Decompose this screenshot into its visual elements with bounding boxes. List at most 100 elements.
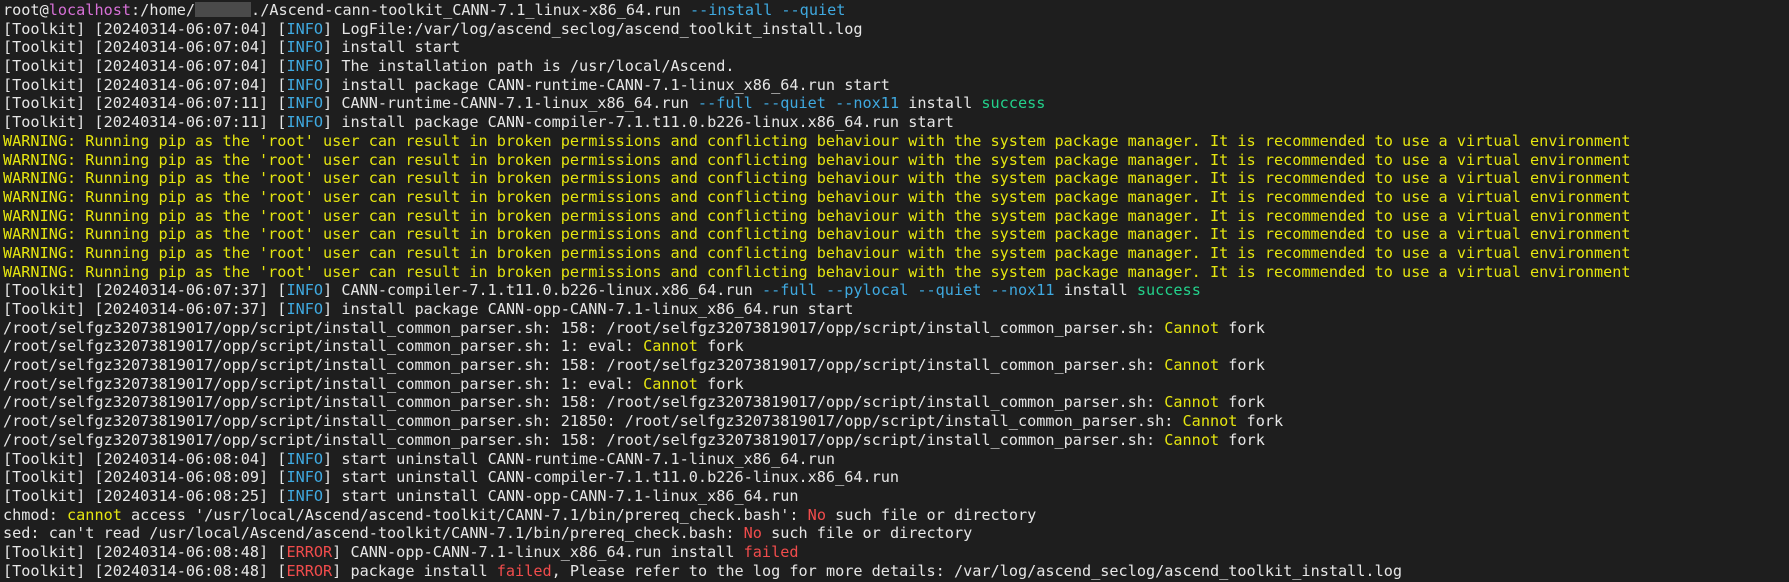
terminal-line: [Toolkit] [20240314-06:08:48] [ERROR] CA… <box>3 543 1789 562</box>
terminal-text-segment: ] CANN-opp-CANN-7.1-linux_x86_64.run ins… <box>332 542 744 561</box>
terminal-text-segment: install <box>1054 281 1137 300</box>
terminal-text-segment: localhost <box>48 1 132 19</box>
terminal-text-segment: , Please refer to the log for more detai… <box>551 561 1402 580</box>
terminal-text-segment: ERROR <box>286 561 333 580</box>
terminal-line: chmod: cannot access '/usr/local/Ascend/… <box>3 506 1789 525</box>
terminal-window[interactable]: root@localhost:/home/ ./Ascend-cann-toolk… <box>0 0 1789 582</box>
terminal-text-segment: WARNING: Running pip as the 'root' user … <box>3 262 1631 281</box>
terminal-text-segment: INFO <box>286 75 324 94</box>
terminal-text-segment: [Toolkit] [20240314-06:08:09] [ <box>3 468 287 487</box>
terminal-text-segment: fork <box>1219 356 1265 375</box>
terminal-line: [Toolkit] [20240314-06:08:04] [INFO] sta… <box>3 450 1789 469</box>
terminal-line: /root/selfgz32073819017/opp/script/insta… <box>3 431 1789 450</box>
terminal-text-segment: fork <box>1219 318 1265 337</box>
terminal-text-segment: WARNING: Running pip as the 'root' user … <box>3 169 1631 188</box>
terminal-line: [Toolkit] [20240314-06:07:04] [INFO] The… <box>3 57 1789 76</box>
terminal-text-segment: Cannot <box>1164 393 1220 412</box>
terminal-line: [Toolkit] [20240314-06:08:25] [INFO] sta… <box>3 487 1789 506</box>
terminal-text-segment: [Toolkit] [20240314-06:07:04] [ <box>3 57 287 76</box>
terminal-text-segment: /root/selfgz32073819017/opp/script/insta… <box>3 393 1165 412</box>
terminal-text-segment: [Toolkit] [20240314-06:07:37] [ <box>3 281 287 300</box>
terminal-line: WARNING: Running pip as the 'root' user … <box>3 244 1789 263</box>
terminal-line: [Toolkit] [20240314-06:08:48] [ERROR] pa… <box>3 562 1789 581</box>
terminal-text-segment: [Toolkit] [20240314-06:07:04] [ <box>3 19 287 38</box>
terminal-text-segment: --full --pylocal --quiet --nox11 <box>761 281 1055 300</box>
terminal-text-segment: ] start uninstall CANN-runtime-CANN-7.1-… <box>323 449 836 468</box>
terminal-text-segment: Cannot <box>1164 430 1220 449</box>
terminal-text-segment: /root/selfgz32073819017/opp/script/insta… <box>3 356 1165 375</box>
terminal-text-segment: success <box>1136 281 1201 300</box>
terminal-line: [Toolkit] [20240314-06:07:37] [INFO] CAN… <box>3 281 1789 300</box>
terminal-text-segment: fork <box>697 374 744 393</box>
terminal-text-segment: [Toolkit] [20240314-06:07:11] [ <box>3 94 287 113</box>
terminal-line: [Toolkit] [20240314-06:07:04] [INFO] Log… <box>3 20 1789 39</box>
terminal-text-segment: success <box>981 94 1046 113</box>
terminal-line: /root/selfgz32073819017/opp/script/insta… <box>3 393 1789 412</box>
terminal-line: /root/selfgz32073819017/opp/script/insta… <box>3 375 1789 394</box>
terminal-line: WARNING: Running pip as the 'root' user … <box>3 169 1789 188</box>
terminal-line: /root/selfgz32073819017/opp/script/insta… <box>3 319 1789 338</box>
terminal-text-segment: /root/selfgz32073819017/opp/script/insta… <box>3 337 644 356</box>
terminal-text-segment: failed <box>743 542 799 561</box>
terminal-text-segment: ] start uninstall CANN-opp-CANN-7.1-linu… <box>323 486 799 505</box>
terminal-text-segment: fork <box>697 337 744 356</box>
terminal-text-segment: [Toolkit] [20240314-06:07:04] [ <box>3 75 287 94</box>
terminal-text-segment: fork <box>1219 393 1265 412</box>
terminal-text-segment: Cannot <box>1182 412 1238 431</box>
terminal-text-segment: failed <box>496 561 552 580</box>
terminal-text-segment: /root/selfgz32073819017/opp/script/insta… <box>3 374 644 393</box>
terminal-line: [Toolkit] [20240314-06:08:09] [INFO] sta… <box>3 468 1789 487</box>
terminal-text-segment: root <box>3 1 40 19</box>
terminal-text-segment: WARNING: Running pip as the 'root' user … <box>3 206 1631 225</box>
terminal-text-segment: INFO <box>286 19 324 38</box>
terminal-text-segment: /root/selfgz32073819017/opp/script/insta… <box>3 318 1165 337</box>
terminal-text-segment: Cannot <box>1164 356 1220 375</box>
terminal-line: [Toolkit] [20240314-06:07:37] [INFO] ins… <box>3 300 1789 319</box>
terminal-text-segment: WARNING: Running pip as the 'root' user … <box>3 243 1631 262</box>
terminal-line: WARNING: Running pip as the 'root' user … <box>3 207 1789 226</box>
terminal-text-segment: ] package install <box>332 561 497 580</box>
terminal-line: WARNING: Running pip as the 'root' user … <box>3 263 1789 282</box>
terminal-text-segment: @ <box>39 1 49 19</box>
terminal-text-segment: ] install package CANN-runtime-CANN-7.1-… <box>323 75 890 94</box>
terminal-text-segment: INFO <box>286 113 324 132</box>
terminal-line: sed: can't read /usr/local/Ascend/ascend… <box>3 524 1789 543</box>
terminal-text-segment: WARNING: Running pip as the 'root' user … <box>3 150 1631 169</box>
terminal-text-segment: Cannot <box>1164 318 1220 337</box>
terminal-text-segment: sed: can't read /usr/local/Ascend/ascend… <box>3 524 744 543</box>
terminal-text-segment: INFO <box>286 486 324 505</box>
terminal-text-segment: [Toolkit] [20240314-06:08:25] [ <box>3 486 287 505</box>
terminal-text-segment: ERROR <box>286 542 333 561</box>
terminal-text-segment: access '/usr/local/Ascend/ascend-toolkit… <box>121 505 808 524</box>
terminal-line: /root/selfgz32073819017/opp/script/insta… <box>3 412 1789 431</box>
terminal-text-segment: WARNING: Running pip as the 'root' user … <box>3 131 1631 150</box>
terminal-text-segment: [Toolkit] [20240314-06:07:11] [ <box>3 113 287 132</box>
terminal-text-segment: /root/selfgz32073819017/opp/script/insta… <box>3 412 1183 431</box>
terminal-text-segment: WARNING: Running pip as the 'root' user … <box>3 225 1631 244</box>
terminal-line: [Toolkit] [20240314-06:07:04] [INFO] ins… <box>3 38 1789 57</box>
terminal-text-segment: --full --quiet --nox11 <box>697 94 900 113</box>
terminal-text-segment: [Toolkit] [20240314-06:07:04] [ <box>3 38 287 57</box>
terminal-text-segment: chmod: <box>3 505 68 524</box>
terminal-text-segment: ] The installation path is /usr/local/As… <box>323 57 735 76</box>
terminal-text-segment: [Toolkit] [20240314-06:08:04] [ <box>3 449 287 468</box>
terminal-text-segment: /root/selfgz32073819017/opp/script/insta… <box>3 430 1165 449</box>
terminal-text-segment: ] LogFile:/var/log/ascend_seclog/ascend_… <box>323 19 863 38</box>
terminal-text-segment: ] CANN-runtime-CANN-7.1-linux_x86_64.run <box>323 94 698 113</box>
terminal-text-segment: ] CANN-compiler-7.1.t11.0.b226-linux.x86… <box>323 281 762 300</box>
terminal-text-segment: INFO <box>286 38 324 57</box>
terminal-text-segment: ] install start <box>323 38 461 57</box>
terminal-text-segment: --install --quiet <box>689 1 846 19</box>
terminal-text-segment: INFO <box>286 468 324 487</box>
terminal-text-segment: [Toolkit] [20240314-06:07:37] [ <box>3 300 287 318</box>
redacted-path-block <box>195 2 252 17</box>
terminal-text-segment: ] start uninstall CANN-compiler-7.1.t11.… <box>323 468 900 487</box>
terminal-line: [Toolkit] [20240314-06:07:11] [INFO] ins… <box>3 113 1789 132</box>
terminal-text-segment: [Toolkit] [20240314-06:08:48] [ <box>3 542 287 561</box>
terminal-text-segment: such file or directory <box>825 505 1037 524</box>
terminal-line: /root/selfgz32073819017/opp/script/insta… <box>3 337 1789 356</box>
terminal-text-segment: Cannot <box>643 374 698 393</box>
terminal-text-segment: ] install package CANN-opp-CANN-7.1-linu… <box>323 300 854 318</box>
terminal-text-segment: fork <box>1237 412 1284 431</box>
terminal-text-segment: ] install package CANN-compiler-7.1.t11.… <box>323 113 954 132</box>
